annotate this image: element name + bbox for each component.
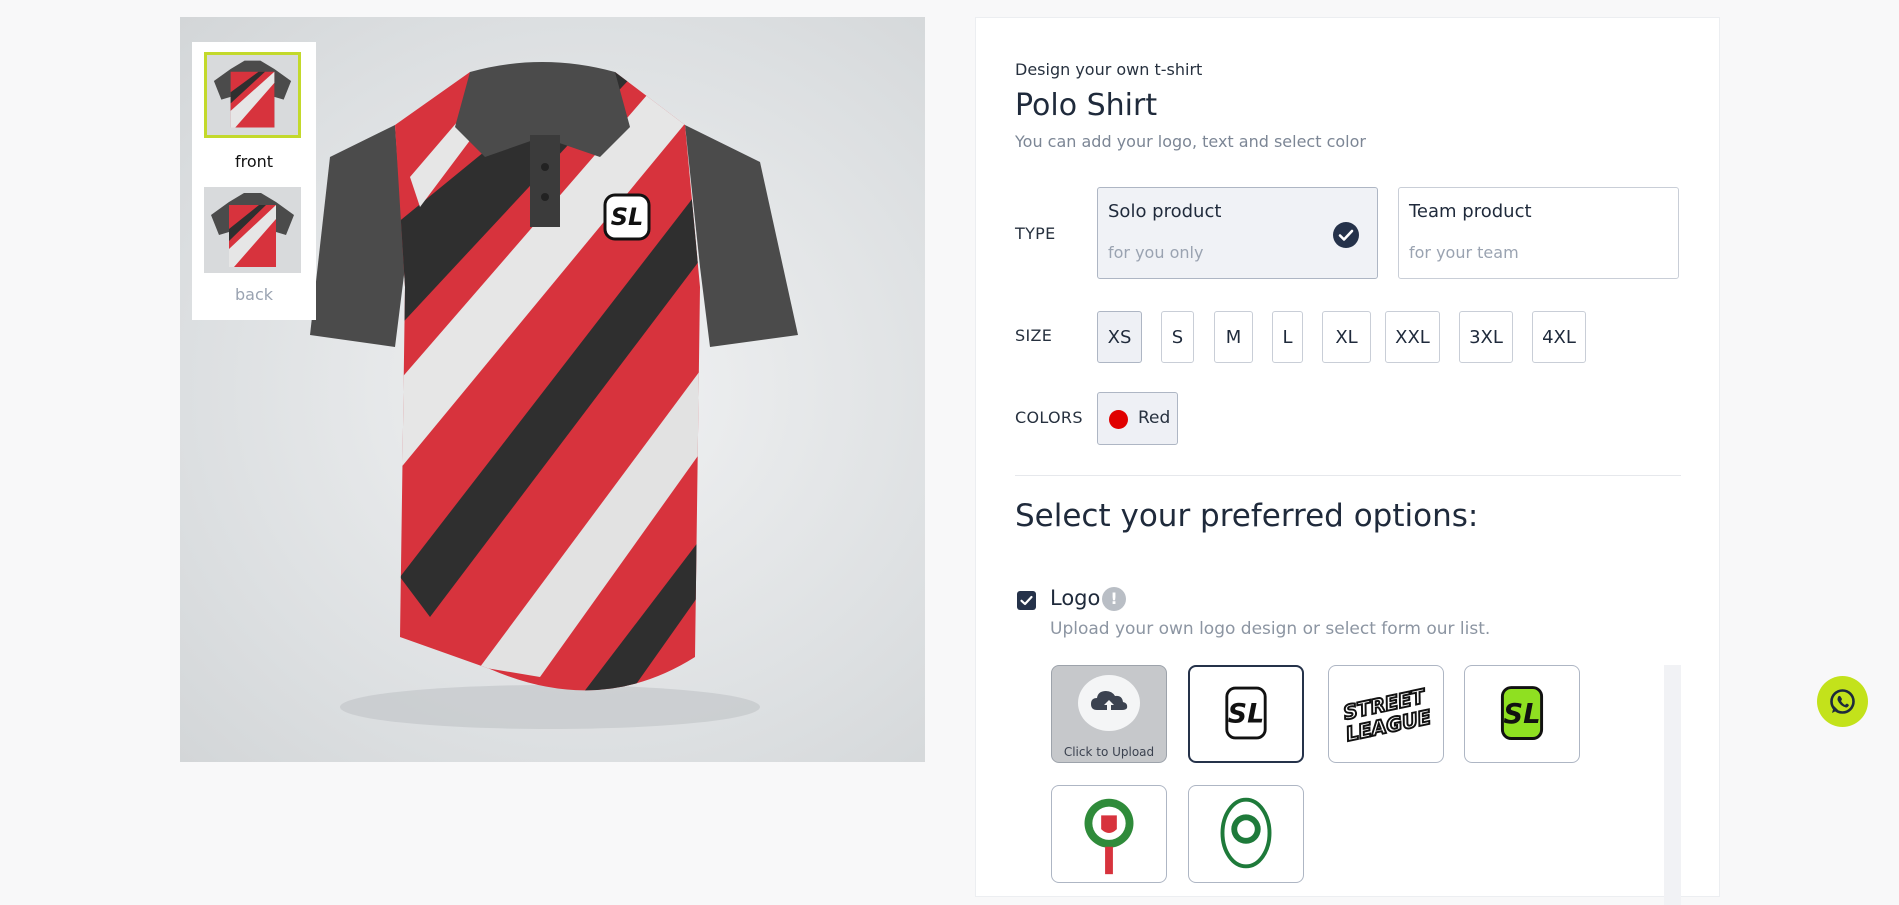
size-label: SIZE [1015,326,1053,345]
color-swatch [1109,410,1128,429]
type-option-desc: for you only [1108,243,1204,262]
color-option-red[interactable]: Red [1097,392,1178,445]
whatsapp-icon [1830,689,1855,714]
size-option-xxl[interactable]: XXL [1385,311,1440,363]
whatsapp-button[interactable] [1817,676,1868,727]
thumbnail-back[interactable] [204,187,301,273]
thumbnail-front[interactable] [204,52,301,138]
size-option-xl[interactable]: XL [1322,311,1371,363]
size-option-xs[interactable]: XS [1097,311,1142,363]
product-subtitle: You can add your logo, text and select c… [1015,132,1366,151]
logo-list-scrollbar[interactable] [1664,665,1681,905]
check-circle-icon [1333,222,1359,248]
size-option-m[interactable]: M [1214,311,1253,363]
type-option-desc: for your team [1409,243,1519,262]
svg-text:SL: SL [1503,699,1540,730]
svg-text:SL: SL [1228,699,1264,730]
red-crest-logo[interactable] [1051,785,1167,883]
cloud-upload-icon [1078,675,1140,731]
size-option-l[interactable]: L [1272,311,1303,363]
upload-logo-button[interactable]: Click to Upload [1051,665,1167,763]
type-option-name: Solo product [1108,201,1222,222]
sl-black-logo[interactable]: SL [1188,665,1304,763]
svg-text:SL: SL [611,203,644,231]
color-name: Red [1138,408,1171,428]
section-divider [1015,475,1681,476]
street-league-logo[interactable]: STREET LEAGUE [1328,665,1444,763]
product-config-panel: Design your own t-shirt Polo Shirt You c… [975,17,1720,905]
type-option-solo[interactable]: Solo product for you only [1097,187,1378,279]
type-option-name: Team product [1409,201,1532,222]
thumbnail-front-label: front [234,152,274,171]
eyebrow-text: Design your own t-shirt [1015,60,1203,79]
product-preview: SL front back [180,17,925,762]
type-label: TYPE [1015,224,1056,243]
info-icon[interactable]: ! [1102,587,1126,611]
type-option-team[interactable]: Team product for your team [1398,187,1679,279]
colors-label: COLORS [1015,408,1083,427]
green-crest-logo[interactable] [1188,785,1304,883]
upload-label: Click to Upload [1063,745,1155,759]
size-option-3xl[interactable]: 3XL [1459,311,1513,363]
logo-checkbox[interactable] [1017,591,1036,610]
thumbnail-back-label: back [234,285,274,304]
logo-hint: Upload your own logo design or select fo… [1050,619,1491,639]
size-option-4xl[interactable]: 4XL [1532,311,1586,363]
view-thumbnails: front back [192,42,316,320]
product-title: Polo Shirt [1015,88,1158,123]
options-heading: Select your preferred options: [1015,498,1479,534]
logo-option-label: Logo [1050,586,1101,610]
size-option-s[interactable]: S [1161,311,1194,363]
sl-green-logo[interactable]: SL [1464,665,1580,763]
